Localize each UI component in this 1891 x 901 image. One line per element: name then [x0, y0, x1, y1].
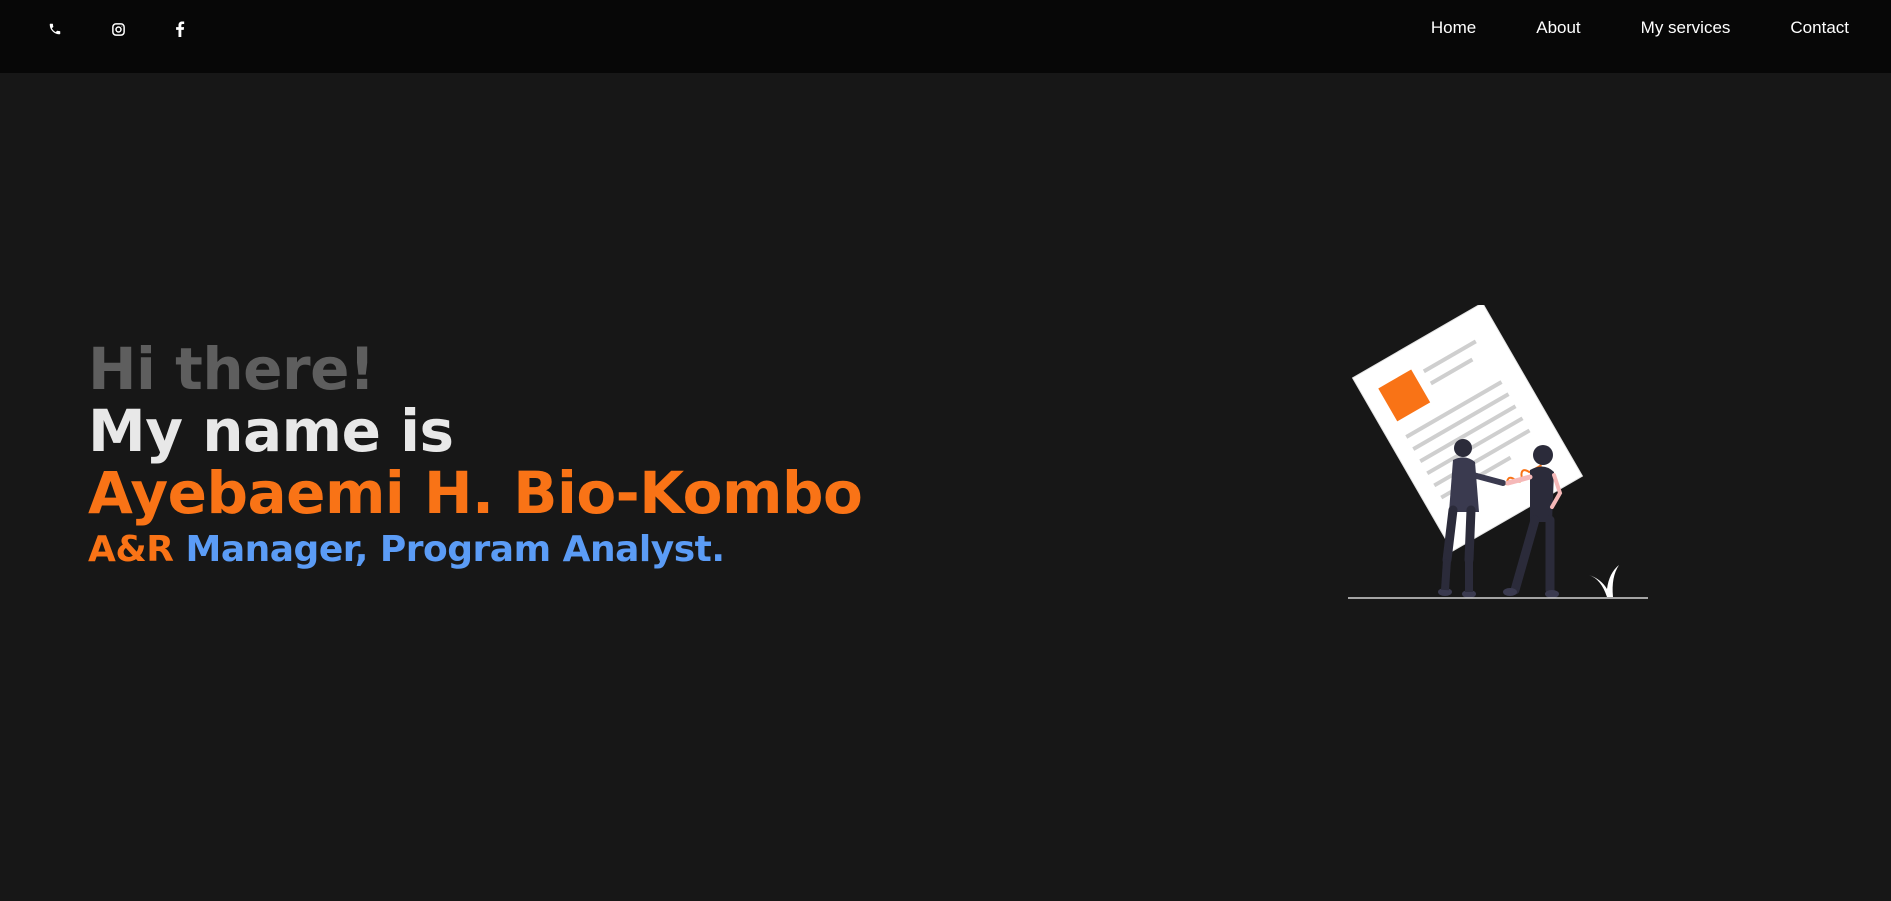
facebook-icon[interactable] — [170, 19, 190, 39]
instagram-icon[interactable] — [108, 19, 128, 39]
role-highlight: A&R — [88, 529, 174, 570]
hero-name: Ayebaemi H. Bio-Kombo — [88, 459, 863, 527]
phone-icon[interactable] — [45, 19, 65, 39]
nav-contact[interactable]: Contact — [1790, 18, 1849, 38]
nav-links: Home About My services Contact — [1431, 18, 1849, 38]
hero-section: Hi there! My name is Ayebaemi H. Bio-Kom… — [88, 335, 863, 574]
hero-roles: A&R Manager, Program Analyst. — [88, 526, 862, 574]
nav-about[interactable]: About — [1536, 18, 1580, 38]
nav-home[interactable]: Home — [1431, 18, 1476, 38]
hero-intro: My name is — [88, 397, 454, 465]
role-rest: Manager, Program Analyst. — [173, 529, 726, 570]
hero-greeting: Hi there! — [88, 335, 375, 403]
navbar: Home About My services Contact — [0, 0, 1891, 73]
handshake-contract-illustration — [1345, 302, 1650, 601]
nav-my-services[interactable]: My services — [1641, 18, 1731, 38]
